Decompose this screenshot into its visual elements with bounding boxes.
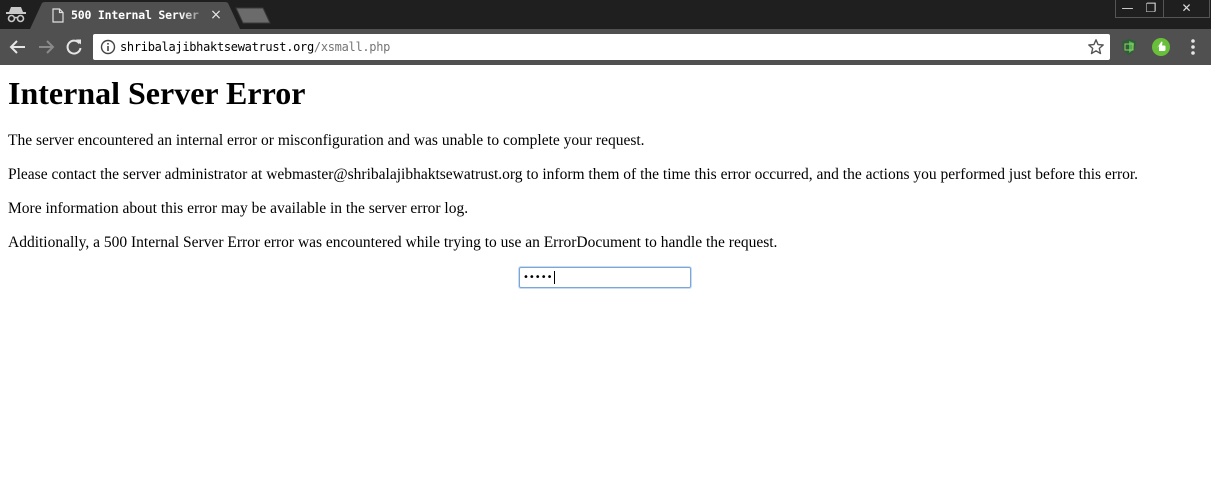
page-icon bbox=[52, 8, 64, 23]
url-path: /xsmall.php bbox=[313, 40, 391, 54]
minimize-button[interactable]: — bbox=[1115, 0, 1139, 18]
info-icon[interactable] bbox=[100, 39, 116, 55]
menu-icon[interactable] bbox=[1185, 38, 1201, 56]
password-value: ••••• bbox=[523, 272, 553, 283]
star-icon[interactable] bbox=[1087, 38, 1105, 56]
page-title: Internal Server Error bbox=[8, 75, 306, 111]
browser-toolbar: shribalajibhaktsewatrust.org/xsmall.php bbox=[0, 29, 1211, 65]
window-controls: — ❐ ✕ bbox=[1115, 0, 1211, 18]
back-icon[interactable] bbox=[8, 37, 28, 57]
tab-close-button[interactable]: × bbox=[208, 7, 224, 23]
forward-icon[interactable] bbox=[36, 37, 56, 57]
text-caret bbox=[553, 270, 555, 284]
tab-active[interactable]: 500 Internal Server Error × bbox=[30, 2, 240, 29]
address-bar[interactable]: shribalajibhaktsewatrust.org/xsmall.php bbox=[93, 34, 1110, 60]
url-host: shribalajibhaktsewatrust.org bbox=[120, 40, 314, 54]
new-tab-button[interactable] bbox=[235, 7, 271, 24]
error-paragraph-2: Please contact the server administrator … bbox=[8, 166, 1139, 183]
error-paragraph-4: Additionally, a 500 Internal Server Erro… bbox=[8, 234, 778, 251]
green-extension-icon[interactable] bbox=[1151, 37, 1171, 57]
incognito-icon bbox=[6, 7, 26, 23]
error-paragraph-3: More information about this error may be… bbox=[8, 200, 469, 217]
shield-extension-icon[interactable] bbox=[1120, 38, 1138, 56]
error-paragraph-1: The server encountered an internal error… bbox=[8, 132, 645, 149]
password-input[interactable]: ••••• bbox=[519, 267, 691, 288]
tab-strip: 500 Internal Server Error × — ❐ ✕ bbox=[0, 0, 1211, 29]
maximize-button[interactable]: ❐ bbox=[1139, 0, 1163, 18]
url-text[interactable]: shribalajibhaktsewatrust.org/xsmall.php bbox=[120, 39, 390, 55]
tab-title-fade bbox=[180, 6, 210, 24]
page-content: Internal Server Error The server encount… bbox=[0, 65, 1211, 493]
reload-icon[interactable] bbox=[64, 37, 84, 57]
close-window-button[interactable]: ✕ bbox=[1163, 0, 1210, 18]
